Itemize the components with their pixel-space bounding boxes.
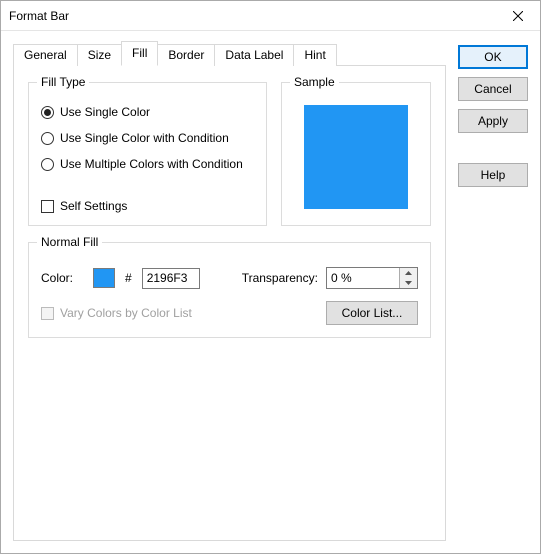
hash-symbol: # — [123, 271, 134, 285]
button-label: Cancel — [474, 82, 511, 96]
radio-use-single-color[interactable]: Use Single Color — [41, 105, 254, 119]
tab-border[interactable]: Border — [157, 44, 215, 66]
radio-label: Use Multiple Colors with Condition — [60, 157, 243, 171]
tabs-container: General Size Fill Border Data Label Hint… — [13, 41, 446, 541]
tab-label: Border — [168, 48, 204, 62]
tab-label: Fill — [132, 46, 147, 60]
transparency-spinner[interactable] — [326, 267, 418, 289]
chevron-up-icon — [405, 271, 412, 275]
chevron-down-icon — [405, 281, 412, 285]
spinner-up[interactable] — [400, 268, 417, 278]
sample-legend: Sample — [290, 75, 339, 89]
close-button[interactable] — [496, 1, 540, 31]
tab-fill[interactable]: Fill — [121, 41, 158, 66]
fill-type-group: Fill Type Use Single Color Use Single Co… — [28, 82, 267, 226]
spinner-buttons — [399, 268, 417, 288]
help-button[interactable]: Help — [458, 163, 528, 187]
radio-icon — [41, 132, 54, 145]
radio-label: Use Single Color — [60, 105, 150, 119]
sample-swatch — [304, 105, 408, 209]
cancel-button[interactable]: Cancel — [458, 77, 528, 101]
tab-label: General — [24, 48, 67, 62]
normal-fill-row-2: Vary Colors by Color List Color List... — [41, 289, 418, 325]
self-settings-checkbox[interactable]: Self Settings — [41, 199, 254, 213]
tab-panel-fill: Fill Type Use Single Color Use Single Co… — [13, 65, 446, 541]
fill-type-legend: Fill Type — [37, 75, 89, 89]
tab-label: Data Label — [225, 48, 283, 62]
color-label: Color: — [41, 271, 85, 285]
transparency-input[interactable] — [327, 268, 399, 288]
checkbox-label: Vary Colors by Color List — [60, 306, 192, 320]
radio-label: Use Single Color with Condition — [60, 131, 229, 145]
checkbox-icon — [41, 307, 54, 320]
fill-type-options: Use Single Color Use Single Color with C… — [41, 101, 254, 171]
transparency-label: Transparency: — [242, 271, 318, 285]
dialog-body: General Size Fill Border Data Label Hint… — [1, 31, 540, 553]
top-row: Fill Type Use Single Color Use Single Co… — [28, 82, 431, 226]
ok-button[interactable]: OK — [458, 45, 528, 69]
apply-button[interactable]: Apply — [458, 109, 528, 133]
vary-colors-checkbox: Vary Colors by Color List — [41, 306, 192, 320]
button-label: Apply — [478, 114, 508, 128]
normal-fill-group: Normal Fill Color: # Transparency: — [28, 242, 431, 338]
close-icon — [513, 11, 523, 21]
spacer — [458, 141, 528, 155]
tab-label: Hint — [304, 48, 325, 62]
checkbox-label: Self Settings — [60, 199, 127, 213]
color-swatch[interactable] — [93, 268, 115, 288]
hex-input[interactable] — [142, 268, 200, 289]
normal-fill-legend: Normal Fill — [37, 235, 102, 249]
side-buttons: OK Cancel Apply Help — [458, 41, 528, 541]
window-title: Format Bar — [9, 9, 69, 23]
radio-icon — [41, 106, 54, 119]
sample-group: Sample — [281, 82, 431, 226]
tab-hint[interactable]: Hint — [293, 44, 336, 66]
dialog-window: Format Bar General Size Fill Border Data… — [0, 0, 541, 554]
radio-use-multiple-colors-condition[interactable]: Use Multiple Colors with Condition — [41, 157, 254, 171]
button-label: Color List... — [342, 306, 403, 320]
button-label: Help — [481, 168, 506, 182]
color-list-button[interactable]: Color List... — [326, 301, 418, 325]
radio-use-single-color-condition[interactable]: Use Single Color with Condition — [41, 131, 254, 145]
tab-data-label[interactable]: Data Label — [214, 44, 294, 66]
spinner-down[interactable] — [400, 278, 417, 288]
normal-fill-row-1: Color: # Transparency: — [41, 261, 418, 289]
button-label: OK — [484, 50, 501, 64]
titlebar: Format Bar — [1, 1, 540, 31]
tab-size[interactable]: Size — [77, 44, 122, 66]
radio-icon — [41, 158, 54, 171]
tab-general[interactable]: General — [13, 44, 78, 66]
main-column: General Size Fill Border Data Label Hint… — [13, 41, 446, 541]
checkbox-icon — [41, 200, 54, 213]
tab-strip: General Size Fill Border Data Label Hint — [13, 41, 446, 66]
tab-label: Size — [88, 48, 111, 62]
